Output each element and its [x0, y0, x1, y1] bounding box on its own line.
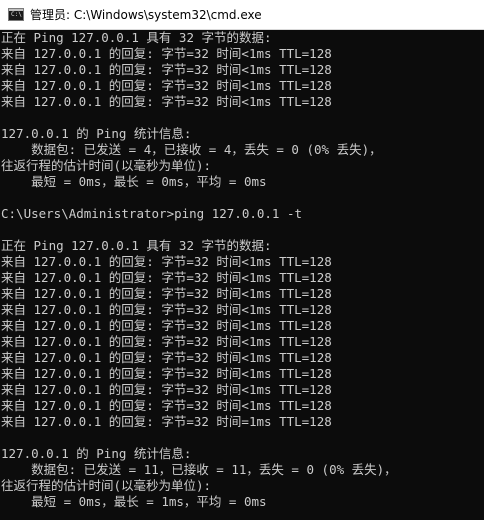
- console-line: 来自 127.0.0.1 的回复: 字节=32 时间<1ms TTL=128: [1, 366, 332, 381]
- console-line: 正在 Ping 127.0.0.1 具有 32 字节的数据:: [1, 30, 272, 45]
- console-line: 来自 127.0.0.1 的回复: 字节=32 时间<1ms TTL=128: [1, 350, 332, 365]
- window-title: 管理员: C:\Windows\system32\cmd.exe: [30, 8, 262, 22]
- console-line: 来自 127.0.0.1 的回复: 字节=32 时间<1ms TTL=128: [1, 302, 332, 317]
- console-line: 来自 127.0.0.1 的回复: 字节=32 时间=1ms TTL=128: [1, 414, 332, 429]
- cmd-icon[interactable]: C:\: [8, 8, 24, 21]
- console-line: 正在 Ping 127.0.0.1 具有 32 字节的数据:: [1, 238, 272, 253]
- cmd-window: C:\ 管理员: C:\Windows\system32\cmd.exe 正在 …: [0, 0, 484, 520]
- console-line: 来自 127.0.0.1 的回复: 字节=32 时间<1ms TTL=128: [1, 46, 332, 61]
- console-line: 来自 127.0.0.1 的回复: 字节=32 时间<1ms TTL=128: [1, 398, 332, 413]
- console-line: 来自 127.0.0.1 的回复: 字节=32 时间<1ms TTL=128: [1, 94, 332, 109]
- console-line: 来自 127.0.0.1 的回复: 字节=32 时间<1ms TTL=128: [1, 286, 332, 301]
- console-line: 来自 127.0.0.1 的回复: 字节=32 时间<1ms TTL=128: [1, 334, 332, 349]
- console-line: 127.0.0.1 的 Ping 统计信息:: [1, 126, 192, 141]
- console-line: 来自 127.0.0.1 的回复: 字节=32 时间<1ms TTL=128: [1, 254, 332, 269]
- console-line: 数据包: 已发送 = 4，已接收 = 4，丢失 = 0 (0% 丢失)，: [1, 142, 382, 157]
- console-line: 127.0.0.1 的 Ping 统计信息:: [1, 446, 192, 461]
- console-line: 来自 127.0.0.1 的回复: 字节=32 时间<1ms TTL=128: [1, 62, 332, 77]
- console-line: 来自 127.0.0.1 的回复: 字节=32 时间<1ms TTL=128: [1, 382, 332, 397]
- console-line: 最短 = 0ms，最长 = 0ms，平均 = 0ms: [1, 174, 267, 189]
- console-line: 数据包: 已发送 = 11，已接收 = 11，丢失 = 0 (0% 丢失)，: [1, 462, 397, 477]
- console-line: 来自 127.0.0.1 的回复: 字节=32 时间<1ms TTL=128: [1, 270, 332, 285]
- cmd-icon-label: C:\: [11, 11, 22, 18]
- console-lines: 正在 Ping 127.0.0.1 具有 32 字节的数据: 来自 127.0.0…: [0, 30, 484, 510]
- console-output[interactable]: 正在 Ping 127.0.0.1 具有 32 字节的数据: 来自 127.0.0…: [0, 30, 484, 520]
- console-line: 往返行程的估计时间(以毫秒为单位):: [1, 478, 212, 493]
- title-bar[interactable]: C:\ 管理员: C:\Windows\system32\cmd.exe: [0, 0, 484, 30]
- console-line: 往返行程的估计时间(以毫秒为单位):: [1, 158, 212, 173]
- console-line: C:\Users\Administrator>ping 127.0.0.1 -t: [1, 206, 303, 221]
- console-line: 来自 127.0.0.1 的回复: 字节=32 时间<1ms TTL=128: [1, 78, 332, 93]
- console-line: 最短 = 0ms，最长 = 1ms，平均 = 0ms: [1, 494, 267, 509]
- console-line: 来自 127.0.0.1 的回复: 字节=32 时间<1ms TTL=128: [1, 318, 332, 333]
